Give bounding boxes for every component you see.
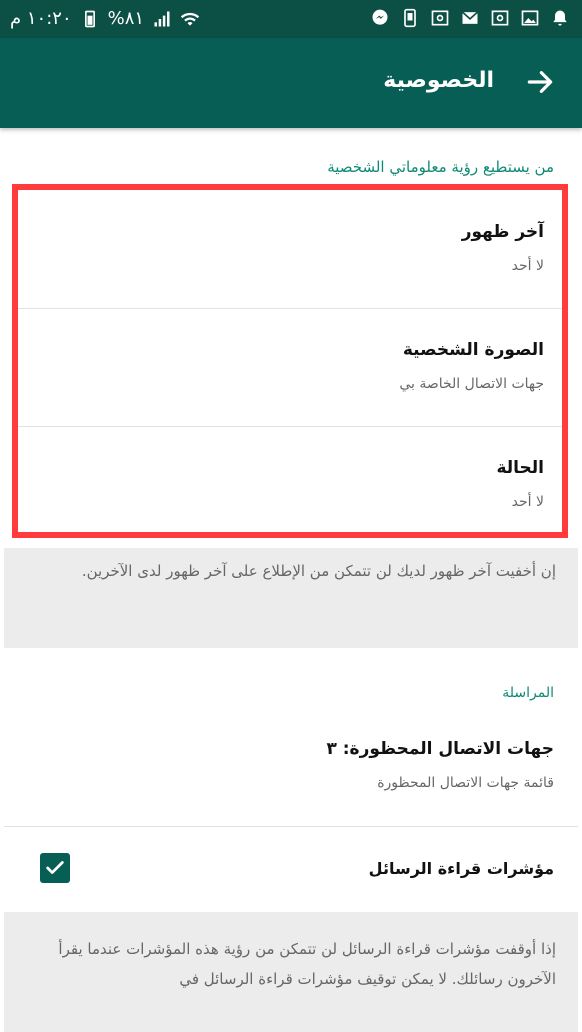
read-receipts-setting[interactable]: مؤشرات قراءة الرسائل xyxy=(0,828,582,912)
status-title: الحالة xyxy=(496,458,544,478)
last-seen-info: إن أخفيت آخر ظهور لديك لن تتمكن من الإطل… xyxy=(4,548,578,648)
status-bar-right xyxy=(370,8,570,28)
blocked-contacts-title: جهات الاتصال المحظورة: ٣ xyxy=(326,739,554,759)
read-receipts-checkbox[interactable] xyxy=(40,853,70,883)
wifi-icon xyxy=(180,9,200,29)
read-receipts-info: إذا أوقفت مؤشرات قراءة الرسائل لن تتمكن … xyxy=(4,912,578,1032)
status-time: ١٠:٢٠ م xyxy=(10,8,72,29)
status-setting[interactable]: الحالة لا أحد xyxy=(18,426,562,544)
battery-icon xyxy=(80,9,100,29)
last-seen-setting[interactable]: آخر ظهور لا أحد xyxy=(18,190,562,309)
page-title: الخصوصية xyxy=(383,68,494,93)
email-icon xyxy=(490,8,510,28)
signal-icon xyxy=(152,9,172,29)
image-icon xyxy=(520,8,540,28)
read-receipts-title: مؤشرات قراءة الرسائل xyxy=(368,859,554,878)
check-icon xyxy=(46,861,64,874)
status-bar: ١٠:٢٠ م %٨١ xyxy=(0,0,582,38)
blocked-contacts-setting[interactable]: جهات الاتصال المحظورة: ٣ قائمة جهات الات… xyxy=(0,725,582,825)
arrow-right-icon xyxy=(527,71,553,93)
blocked-contacts-subtitle: قائمة جهات الاتصال المحظورة xyxy=(377,775,554,791)
app-bar: الخصوصية xyxy=(0,38,582,128)
email-icon xyxy=(430,8,450,28)
status-value: لا أحد xyxy=(511,494,544,510)
profile-photo-value: جهات الاتصال الخاصة بي xyxy=(399,376,544,392)
messenger-icon xyxy=(370,8,390,28)
back-button[interactable] xyxy=(522,64,558,100)
profile-photo-title: الصورة الشخصية xyxy=(402,340,544,360)
battery-percent: %٨١ xyxy=(107,8,145,29)
phone-icon xyxy=(400,8,420,28)
profile-photo-setting[interactable]: الصورة الشخصية جهات الاتصال الخاصة بي xyxy=(18,308,562,427)
divider xyxy=(4,826,578,827)
last-seen-title: آخر ظهور xyxy=(461,222,544,242)
bell-icon xyxy=(550,8,570,28)
status-bar-left: ١٠:٢٠ م %٨١ xyxy=(10,8,200,29)
last-seen-value: لا أحد xyxy=(511,258,544,274)
privacy-settings-panel: آخر ظهور لا أحد الصورة الشخصية جهات الات… xyxy=(12,184,568,538)
mail-icon xyxy=(460,8,480,28)
section-title-who-can-see: من يستطيع رؤية معلوماتي الشخصية xyxy=(327,158,554,176)
section-title-messaging: المراسلة xyxy=(502,685,554,701)
